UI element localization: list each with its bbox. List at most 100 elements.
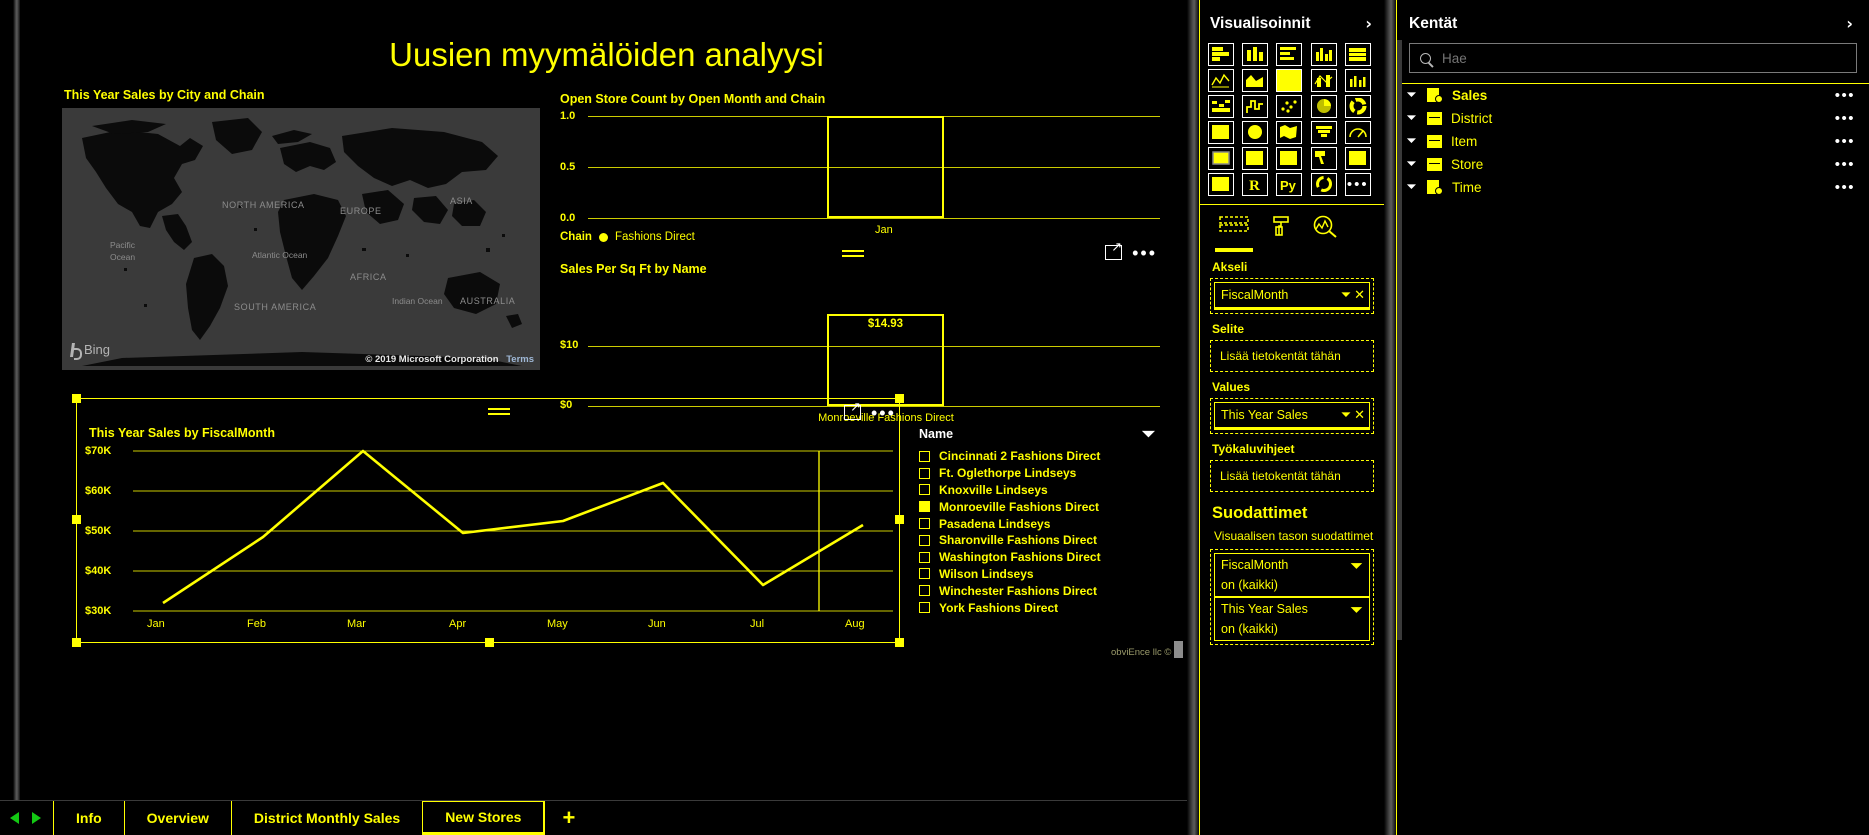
close-icon[interactable]: ✕ (1354, 407, 1365, 423)
chevron-down-icon[interactable]: ⏷ (1405, 88, 1418, 103)
page-tab-overview[interactable]: Overview (123, 801, 231, 835)
sqft-visual-drag-handle[interactable] (842, 250, 864, 260)
filter-card[interactable]: This Year Sales ⏷ on (kaikki) (1214, 597, 1370, 641)
funnel-chart-icon[interactable] (1310, 121, 1337, 144)
page-tab-new-stores[interactable]: New Stores (422, 801, 545, 835)
more-options-icon[interactable]: ••• (1835, 180, 1855, 195)
more-options-icon[interactable]: ••• (1132, 244, 1157, 262)
well-chip[interactable]: This Year Sales ⏷ ✕ (1214, 402, 1370, 430)
multi-row-card-icon[interactable] (1242, 147, 1269, 170)
area-chart-icon[interactable] (1242, 69, 1269, 92)
hundred-percent-stacked-bar-icon[interactable] (1344, 43, 1371, 66)
stacked-area-chart-icon[interactable] (1276, 69, 1303, 92)
legend-item[interactable]: Ft. Oglethorpe Lindseys (919, 465, 1169, 482)
table-icon[interactable] (1344, 147, 1371, 170)
stacked-bar-chart-icon[interactable] (1208, 43, 1234, 66)
resize-handle-l[interactable] (72, 515, 81, 524)
page-tab-district-monthly-sales[interactable]: District Monthly Sales (230, 801, 422, 835)
line-and-stacked-column-icon[interactable] (1310, 69, 1337, 92)
filled-map-icon[interactable] (1276, 121, 1303, 144)
focus-mode-icon[interactable] (1105, 240, 1123, 260)
search-input[interactable] (1440, 49, 1846, 67)
fields-search-box[interactable] (1409, 43, 1857, 73)
format-paint-roller-icon[interactable] (1270, 215, 1292, 252)
chevron-down-icon[interactable]: ⏷ (1350, 602, 1363, 620)
legend-item[interactable]: Washington Fashions Direct (919, 549, 1169, 566)
resize-handle-br[interactable] (895, 638, 904, 647)
map-visual[interactable]: This Year Sales by City and Chain NORTH … (62, 88, 577, 378)
prev-page-icon[interactable] (10, 812, 19, 824)
fields-scrollbar[interactable] (1397, 40, 1402, 640)
chevron-down-icon[interactable]: ⏷ (1341, 287, 1351, 303)
line-and-clustered-column-icon[interactable] (1344, 69, 1371, 92)
pie-chart-icon[interactable] (1310, 95, 1337, 118)
filters-well[interactable]: FiscalMonth ⏷ on (kaikki) This Year Sales ⏷ o… (1210, 549, 1374, 645)
this-year-sales-by-fiscalmonth-visual[interactable]: This Year Sales by FiscalMonth $70K $60K… (72, 394, 904, 647)
python-visual-icon[interactable]: Py (1276, 173, 1303, 196)
chevron-down-icon[interactable]: ⏷ (1405, 134, 1418, 149)
add-page-button[interactable]: + (544, 801, 592, 835)
chevron-down-icon[interactable]: ⏷ (1405, 111, 1418, 126)
focus-mode-icon[interactable] (844, 400, 861, 420)
treemap-icon[interactable] (1208, 121, 1234, 144)
chevron-down-icon[interactable]: ⏷ (1142, 424, 1155, 444)
scatter-chart-icon[interactable] (1276, 95, 1303, 118)
card-icon[interactable] (1208, 147, 1234, 170)
resize-handle-tr[interactable] (895, 394, 904, 403)
legend-item[interactable]: Sharonville Fashions Direct (919, 532, 1169, 549)
chevron-right-icon[interactable]: › (1846, 14, 1853, 33)
bing-map[interactable]: NORTH AMERICA EUROPE ASIA AFRICA SOUTH A… (62, 108, 540, 370)
analytics-magnifier-icon[interactable] (1312, 215, 1338, 252)
line-visual-drag-handle[interactable] (488, 408, 510, 418)
stacked-column-chart-icon[interactable] (1242, 43, 1269, 66)
resize-handle-tl[interactable] (72, 394, 81, 403)
more-options-icon[interactable]: ••• (1835, 111, 1855, 126)
well-chip[interactable]: FiscalMonth ⏷ ✕ (1214, 282, 1370, 310)
bar-jan[interactable] (827, 116, 944, 218)
legend-item[interactable]: Winchester Fashions Direct (919, 582, 1169, 599)
field-item-item[interactable]: ⏷ Item ••• (1397, 130, 1869, 153)
legend-item[interactable]: Monroeville Fashions Direct (919, 498, 1169, 515)
legend-item[interactable]: Knoxville Lindseys (919, 482, 1169, 499)
well-values[interactable]: This Year Sales ⏷ ✕ (1210, 398, 1374, 434)
field-item-store[interactable]: ⏷ Store ••• (1397, 153, 1869, 176)
legend-item[interactable]: York Fashions Direct (919, 599, 1169, 616)
open-store-count-visual[interactable]: Open Store Count by Open Month and Chain… (560, 92, 1160, 247)
more-options-icon[interactable]: ••• (1835, 157, 1855, 172)
close-icon[interactable]: ✕ (1354, 287, 1365, 303)
legend-item[interactable]: Cincinnati 2 Fashions Direct (919, 448, 1169, 465)
map-icon[interactable] (1242, 121, 1269, 144)
kpi-icon[interactable] (1276, 147, 1303, 170)
gauge-icon[interactable] (1344, 121, 1371, 144)
legend-item[interactable]: Wilson Lindseys (919, 566, 1169, 583)
page-tab-info[interactable]: Info (53, 801, 124, 835)
r-script-visual-icon[interactable]: R (1242, 173, 1269, 196)
more-options-icon[interactable]: ••• (871, 404, 896, 422)
resize-handle-b[interactable] (485, 638, 494, 647)
name-legend-panel[interactable]: Name ⏷ Cincinnati 2 Fashions Direct Ft. O… (919, 424, 1169, 616)
resize-handle-r[interactable] (895, 515, 904, 524)
filter-card[interactable]: FiscalMonth ⏷ on (kaikki) (1214, 553, 1370, 597)
chevron-down-icon[interactable]: ⏷ (1350, 558, 1363, 576)
well-akseli[interactable]: FiscalMonth ⏷ ✕ (1210, 278, 1374, 314)
field-item-time[interactable]: ⏷ Time ••• (1397, 176, 1869, 199)
fields-tab-icon[interactable] (1215, 215, 1253, 252)
field-item-district[interactable]: ⏷ District ••• (1397, 107, 1869, 130)
matrix-icon[interactable] (1208, 173, 1234, 196)
resize-handle-bl[interactable] (72, 638, 81, 647)
well-selite[interactable]: Lisää tietokentät tähän (1210, 340, 1374, 372)
clustered-bar-chart-icon[interactable] (1276, 43, 1303, 66)
field-item-sales[interactable]: ⏷ Sales ••• (1397, 84, 1869, 107)
chain-legend[interactable]: Chain Fashions Direct (560, 231, 695, 243)
donut-chart-icon[interactable] (1344, 95, 1371, 118)
next-page-icon[interactable] (32, 812, 41, 824)
more-visuals-icon[interactable]: ••• (1344, 173, 1371, 196)
more-options-icon[interactable]: ••• (1835, 134, 1855, 149)
line-chart-icon[interactable] (1208, 69, 1234, 92)
clustered-column-chart-icon[interactable] (1310, 43, 1337, 66)
chevron-right-icon[interactable]: › (1365, 14, 1372, 33)
chevron-down-icon[interactable]: ⏷ (1405, 157, 1418, 172)
ribbon-chart-icon[interactable] (1208, 95, 1234, 118)
legend-item[interactable]: Pasadena Lindseys (919, 515, 1169, 532)
key-influencers-icon[interactable] (1310, 173, 1337, 196)
